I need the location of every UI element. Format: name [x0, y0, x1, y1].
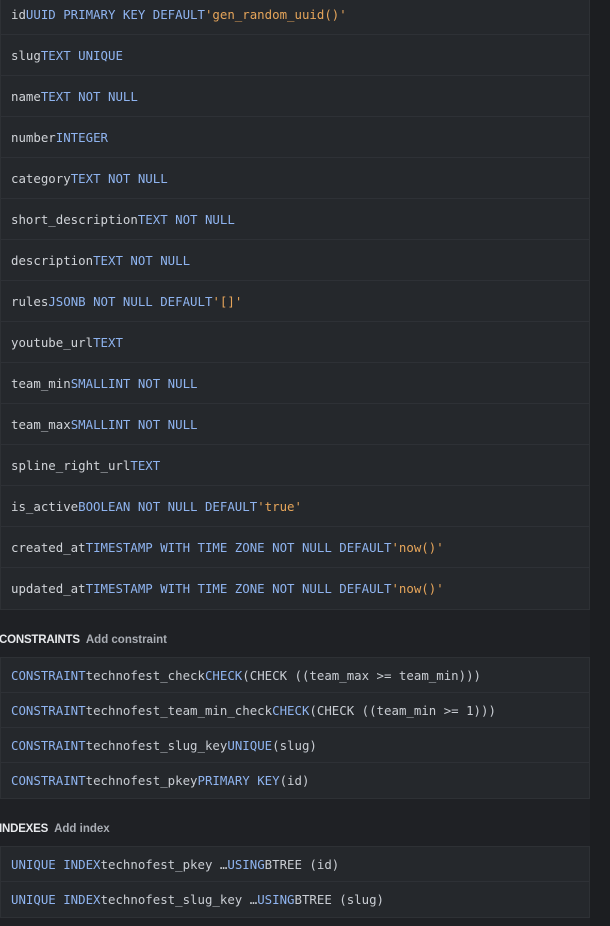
sql-keyword: SMALLINT NOT NULL	[70, 375, 198, 391]
column-row[interactable]: team_min SMALLINT NOT NULL	[1, 363, 589, 404]
index-row[interactable]: UNIQUE INDEX technofest_slug_key … USING…	[1, 882, 589, 917]
column-name: description	[11, 252, 94, 268]
column-name: is_active	[11, 498, 79, 514]
columns-list: id UUID PRIMARY KEY DEFAULT 'gen_random_…	[0, 0, 590, 610]
sql-text: technofest_pkey …	[100, 856, 228, 872]
column-name: youtube_url	[11, 334, 94, 350]
indexes-list: UNIQUE INDEX technofest_pkey … USING BTR…	[0, 846, 590, 918]
sql-keyword: CONSTRAINT	[11, 737, 86, 753]
sql-keyword: JSONB NOT NULL DEFAULT	[48, 293, 213, 309]
sql-keyword: CHECK	[204, 667, 243, 683]
column-row[interactable]: spline_right_url TEXT	[1, 445, 589, 486]
column-row[interactable]: id UUID PRIMARY KEY DEFAULT 'gen_random_…	[1, 0, 589, 35]
constraints-list: CONSTRAINT technofest_check CHECK (CHECK…	[0, 657, 590, 799]
sql-keyword: SMALLINT NOT NULL	[70, 416, 198, 432]
constraint-row[interactable]: CONSTRAINT technofest_pkey PRIMARY KEY (…	[1, 763, 589, 798]
sql-text: (slug)	[272, 737, 317, 753]
indexes-title: INDEXES	[0, 823, 49, 835]
column-row[interactable]: name TEXT NOT NULL	[1, 76, 589, 117]
sql-string: 'now()'	[391, 539, 444, 555]
page-margin	[590, 0, 610, 926]
column-row[interactable]: youtube_url TEXT	[1, 322, 589, 363]
sql-keyword: CONSTRAINT	[11, 773, 86, 788]
column-row[interactable]: category TEXT NOT NULL	[1, 158, 589, 199]
sql-keyword: PRIMARY KEY	[197, 773, 280, 788]
column-row[interactable]: created_at TIMESTAMP WITH TIME ZONE NOT …	[1, 527, 589, 568]
column-row[interactable]: is_active BOOLEAN NOT NULL DEFAULT 'true…	[1, 486, 589, 527]
sql-text: technofest_pkey	[85, 773, 198, 788]
sql-keyword: USING	[227, 856, 265, 872]
sql-string: 'gen_random_uuid()'	[204, 6, 347, 22]
column-name: category	[11, 170, 71, 186]
column-name: short_description	[11, 211, 138, 227]
column-name: spline_right_url	[11, 457, 131, 473]
sql-text: BTREE (id)	[264, 856, 340, 872]
sql-text: technofest_slug_key …	[100, 892, 258, 907]
sql-keyword: TEXT NOT NULL	[70, 170, 168, 186]
indexes-header: INDEXES Add index	[0, 821, 110, 837]
constraints-title: CONSTRAINTS	[0, 634, 80, 646]
column-name: id	[11, 6, 26, 22]
sql-keyword: INTEGER	[55, 129, 108, 145]
column-name: team_min	[11, 375, 71, 391]
sql-keyword: CONSTRAINT	[11, 667, 86, 683]
sql-text: technofest_slug_key	[85, 737, 228, 753]
column-name: rules	[11, 293, 49, 309]
sql-keyword: UNIQUE	[227, 737, 273, 753]
sql-string: '[]'	[212, 293, 243, 309]
sql-keyword: TEXT NOT NULL	[93, 252, 191, 268]
sql-keyword: TEXT UNIQUE	[40, 47, 123, 63]
add-constraint-button[interactable]: Add constraint	[86, 634, 167, 646]
column-name: created_at	[11, 539, 86, 555]
sql-text: technofest_team_min_check	[85, 702, 273, 718]
sql-keyword: TIMESTAMP WITH TIME ZONE NOT NULL DEFAUL…	[85, 539, 392, 555]
column-row[interactable]: rules JSONB NOT NULL DEFAULT '[]'	[1, 281, 589, 322]
constraint-row[interactable]: CONSTRAINT technofest_check CHECK (CHECK…	[1, 658, 589, 693]
sql-keyword: TIMESTAMP WITH TIME ZONE NOT NULL DEFAUL…	[85, 581, 392, 596]
sql-keyword: CHECK	[272, 702, 310, 718]
column-row[interactable]: updated_at TIMESTAMP WITH TIME ZONE NOT …	[1, 568, 589, 609]
column-row[interactable]: team_max SMALLINT NOT NULL	[1, 404, 589, 445]
sql-keyword: UUID PRIMARY KEY DEFAULT	[25, 6, 205, 22]
column-row[interactable]: short_description TEXT NOT NULL	[1, 199, 589, 240]
column-name: name	[11, 88, 41, 104]
sql-keyword: USING	[257, 892, 295, 907]
sql-keyword: TEXT NOT NULL	[40, 88, 138, 104]
column-name: slug	[11, 47, 41, 63]
sql-text: (CHECK ((team_min >= 1)))	[309, 702, 496, 718]
sql-string: 'true'	[257, 498, 302, 514]
sql-text: (CHECK ((team_max >= team_min)))	[242, 667, 481, 683]
sql-text: technofest_check	[85, 667, 205, 683]
add-index-button[interactable]: Add index	[54, 823, 110, 835]
column-row[interactable]: number INTEGER	[1, 117, 589, 158]
sql-keyword: UNIQUE INDEX	[11, 856, 101, 872]
index-row[interactable]: UNIQUE INDEX technofest_pkey … USING BTR…	[1, 847, 589, 882]
sql-string: 'now()'	[391, 581, 444, 596]
sql-keyword: TEXT	[93, 334, 123, 350]
constraint-row[interactable]: CONSTRAINT technofest_slug_key UNIQUE (s…	[1, 728, 589, 763]
sql-keyword: TEXT NOT NULL	[137, 211, 235, 227]
constraint-row[interactable]: CONSTRAINT technofest_team_min_check CHE…	[1, 693, 589, 728]
sql-text: BTREE (slug)	[294, 892, 385, 907]
column-name: team_max	[11, 416, 71, 432]
sql-text: (id)	[279, 773, 310, 788]
column-name: updated_at	[11, 581, 86, 596]
sql-keyword: BOOLEAN NOT NULL DEFAULT	[78, 498, 258, 514]
sql-keyword: UNIQUE INDEX	[11, 892, 101, 907]
sql-keyword: CONSTRAINT	[11, 702, 86, 718]
sql-keyword: TEXT	[130, 457, 161, 473]
constraints-header: CONSTRAINTS Add constraint	[0, 632, 167, 648]
column-row[interactable]: slug TEXT UNIQUE	[1, 35, 589, 76]
column-name: number	[11, 129, 56, 145]
column-row[interactable]: description TEXT NOT NULL	[1, 240, 589, 281]
